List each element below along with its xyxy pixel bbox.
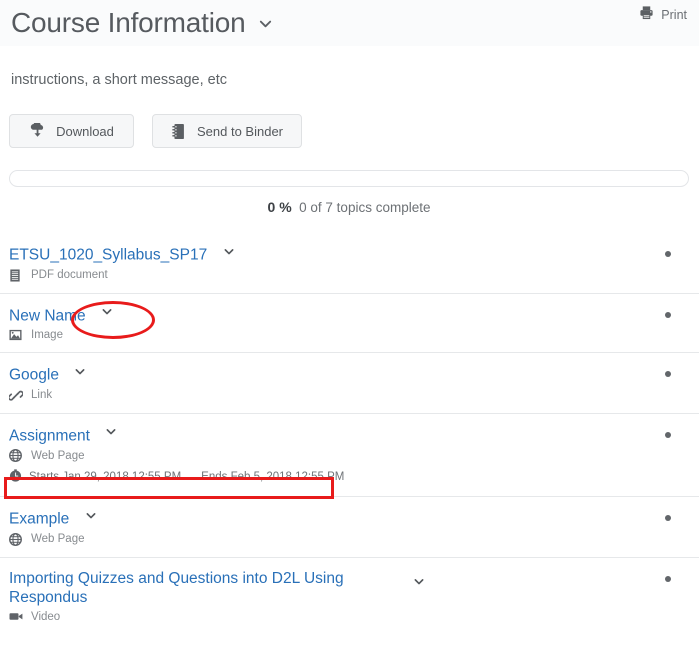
chevron-down-icon[interactable] [83,508,99,522]
printer-icon [639,5,654,25]
table-row: Importing Quizzes and Questions into D2L… [0,557,699,634]
globe-icon [9,533,23,546]
topic-type-label: PDF document [31,269,108,281]
bullet-dot-icon[interactable] [665,576,671,582]
topic-end-date: Ends Feb 5, 2018 12:55 PM [201,471,344,483]
table-row: Assignment Web Page [0,413,699,497]
course-description: instructions, a short message, etc [11,72,227,88]
topic-title-link[interactable]: ETSU_1020_Syllabus_SP17 [9,247,207,264]
chevron-down-icon[interactable] [103,425,119,439]
globe-icon [9,449,23,462]
topic-type-label: Link [31,389,52,401]
bullet-dot-icon[interactable] [665,432,671,438]
topic-list: ETSU_1020_Syllabus_SP17 PDF document [0,233,699,634]
print-label: Print [661,8,687,22]
video-icon [9,611,23,622]
topic-title-link[interactable]: New Name [9,307,86,324]
table-row: New Name Image [0,293,699,353]
topic-meta: Link [9,389,699,402]
document-icon [9,269,23,282]
topic-meta: Image [9,329,699,341]
topic-meta: Video [9,611,699,623]
page-title: Course Information [11,6,246,40]
topic-type-label: Web Page [31,450,85,462]
topic-title-link[interactable]: Assignment [9,427,90,444]
bullet-dot-icon[interactable] [665,312,671,318]
download-label: Download [56,124,114,139]
progress-section: 0 % 0 of 7 topics complete [9,170,689,215]
topic-type-label: Web Page [31,533,85,545]
table-row: Google Link [0,352,699,413]
progress-percent: 0 % [268,199,292,215]
topic-meta: Web Page [9,533,699,546]
course-information-page: Course Information Print instructions, a… [0,0,699,657]
chevron-down-icon[interactable] [72,364,88,378]
chevron-down-icon[interactable] [221,244,237,258]
bullet-dot-icon[interactable] [665,251,671,257]
topic-type-label: Video [31,611,60,623]
binder-label: Send to Binder [197,124,283,139]
topic-date-range: Starts Jan 29, 2018 12:55 PM Ends Feb 5,… [9,469,699,485]
table-row: Example Web Page [0,496,699,557]
topic-title-link[interactable]: Example [9,511,69,528]
send-to-binder-button[interactable]: Send to Binder [152,114,302,148]
binder-icon [171,123,187,140]
action-button-group: Download Send to Binder [9,114,302,148]
image-icon [9,329,23,341]
progress-status: 0 % 0 of 7 topics complete [9,199,689,215]
bullet-dot-icon[interactable] [665,371,671,377]
topic-meta: PDF document [9,269,699,282]
chevron-down-icon[interactable] [258,15,274,31]
table-row: ETSU_1020_Syllabus_SP17 PDF document [0,233,699,293]
chevron-down-icon[interactable] [99,305,115,319]
clock-icon [9,469,22,485]
download-icon [29,123,46,140]
link-icon [9,389,23,402]
topic-type-label: Image [31,329,63,341]
print-button[interactable]: Print [639,5,687,25]
progress-count-label: 0 of 7 topics complete [299,200,430,215]
topic-meta: Web Page [9,449,699,462]
topic-start-date: Starts Jan 29, 2018 12:55 PM [29,471,181,483]
download-button[interactable]: Download [9,114,134,148]
chevron-down-icon[interactable] [411,575,427,589]
topic-title-link[interactable]: Google [9,367,59,384]
topic-title-link[interactable]: Importing Quizzes and Questions into D2L… [9,569,349,607]
progress-bar [9,170,689,187]
bullet-dot-icon[interactable] [665,515,671,521]
page-header: Course Information [0,0,699,46]
